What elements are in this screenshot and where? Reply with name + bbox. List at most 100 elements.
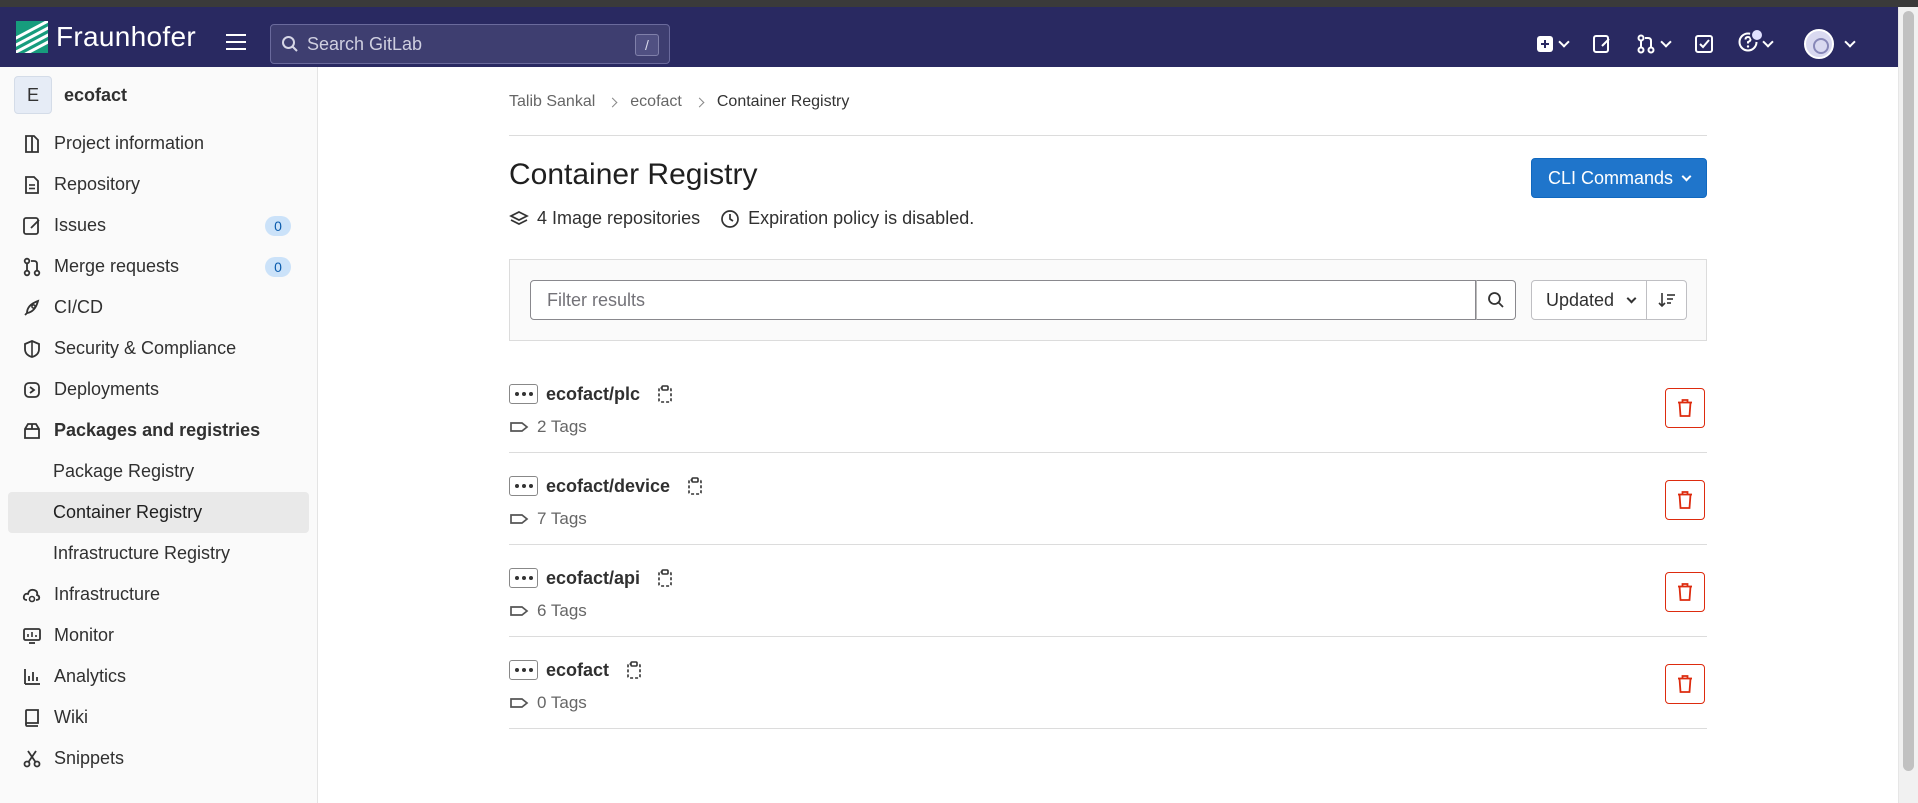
sidebar-item-label: Deployments (54, 379, 160, 399)
search-icon (282, 36, 298, 52)
delete-repository-button[interactable] (1665, 480, 1705, 520)
delete-repository-button[interactable] (1665, 572, 1705, 612)
copy-clipboard-icon[interactable] (652, 565, 678, 591)
layers-icon (509, 210, 529, 225)
delete-repository-button[interactable] (1665, 388, 1705, 428)
sidebar-item-merge-requests[interactable]: Merge requests 0 (0, 246, 317, 287)
trash-icon (1678, 583, 1692, 601)
sidebar-item-project-information[interactable]: Project information (0, 123, 317, 164)
sidebar-subitem-infrastructure-registry[interactable]: Infrastructure Registry (0, 533, 317, 574)
repository-name[interactable]: ecofact/api (546, 568, 640, 589)
sort-dropdown[interactable]: Updated (1531, 280, 1647, 320)
project-sidebar: E ecofact Project information Repository… (0, 67, 318, 803)
copy-clipboard-icon[interactable] (652, 381, 678, 407)
tag-count: 2 Tags (537, 417, 587, 436)
tag-count: 6 Tags (537, 601, 587, 620)
todo-check-icon (1695, 35, 1713, 53)
more-options-ellipsis-icon[interactable] (509, 384, 538, 404)
merge-requests-count-badge: 0 (265, 257, 291, 277)
sidebar-subitem-package-registry[interactable]: Package Registry (0, 451, 317, 492)
repository-tags: 0 Tags (509, 693, 587, 713)
merge-requests-nav-button[interactable] (1632, 26, 1674, 62)
chevron-down-icon (1762, 36, 1774, 48)
sort-descending-icon (1657, 293, 1675, 308)
scissors-icon (22, 749, 42, 769)
sidebar-item-label: Monitor (54, 625, 115, 645)
sidebar-item-monitor[interactable]: Monitor (0, 615, 317, 656)
brand-logo[interactable]: Fraunhofer (16, 21, 196, 53)
breadcrumb: Talib Sankal ecofact Container Registry (509, 87, 1707, 136)
chevron-down-icon (1844, 36, 1856, 48)
trash-icon (1678, 399, 1692, 417)
sidebar-item-security-compliance[interactable]: Security & Compliance (0, 328, 317, 369)
more-options-ellipsis-icon[interactable] (509, 568, 538, 588)
scrollbar-thumb[interactable] (1903, 11, 1914, 771)
cli-commands-button[interactable]: CLI Commands (1530, 158, 1707, 198)
navbar-actions (1532, 14, 1858, 74)
breadcrumb-current[interactable]: Container Registry (717, 93, 850, 111)
sidebar-item-deployments[interactable]: Deployments (0, 369, 317, 410)
clock-icon (721, 209, 739, 228)
repository-name[interactable]: ecofact/plc (546, 384, 640, 405)
chart-icon (22, 667, 42, 687)
project-name: ecofact (64, 84, 128, 105)
search-input[interactable] (307, 33, 627, 55)
copy-clipboard-icon[interactable] (621, 657, 647, 683)
repository-tags: 6 Tags (509, 601, 587, 621)
more-options-ellipsis-icon[interactable] (509, 660, 538, 680)
breadcrumb-project[interactable]: ecofact (630, 93, 682, 111)
window-top-strip (0, 0, 1918, 7)
sidebar-item-label: CI/CD (54, 297, 103, 317)
package-icon (22, 421, 42, 441)
more-options-ellipsis-icon[interactable] (509, 476, 538, 496)
sidebar-item-label: Merge requests (54, 256, 180, 276)
sidebar-item-label: Analytics (54, 666, 127, 686)
tag-icon (510, 514, 529, 524)
breadcrumb-user[interactable]: Talib Sankal (509, 93, 595, 111)
repository-name[interactable]: ecofact (546, 660, 609, 681)
issues-count-badge: 0 (265, 216, 291, 236)
sidebar-item-ci-cd[interactable]: CI/CD (0, 287, 317, 328)
help-dropdown[interactable] (1734, 26, 1776, 62)
issues-icon (22, 216, 42, 236)
fraunhofer-logo-icon (16, 21, 48, 53)
merge-request-icon (22, 257, 42, 277)
list-item: ecofact/device 7 Tags (509, 453, 1707, 545)
filter-search-button[interactable] (1476, 280, 1516, 320)
sidebar-item-packages-registries[interactable]: Packages and registries (0, 410, 317, 451)
image-count-text: 4 Image repositories (537, 208, 701, 228)
copy-clipboard-icon[interactable] (682, 473, 708, 499)
tag-icon (510, 698, 529, 708)
sidebar-item-issues[interactable]: Issues 0 (0, 205, 317, 246)
merge-request-icon (1637, 34, 1655, 54)
monitor-icon (22, 626, 42, 646)
page-header: Container Registry CLI Commands (509, 158, 1707, 198)
sidebar-project-header[interactable]: E ecofact (0, 67, 317, 123)
sidebar-item-label: Issues (54, 215, 107, 235)
repository-name[interactable]: ecofact/device (546, 476, 670, 497)
sidebar-item-repository[interactable]: Repository (0, 164, 317, 205)
sidebar-subitem-container-registry[interactable]: Container Registry (8, 492, 309, 533)
project-avatar: E (14, 76, 52, 114)
page-scrollbar[interactable] (1898, 7, 1918, 803)
list-item: ecofact 0 Tags (509, 637, 1707, 729)
cloud-gear-icon (22, 585, 42, 605)
sidebar-item-snippets[interactable]: Snippets (0, 738, 317, 779)
user-menu-dropdown[interactable] (1800, 26, 1858, 62)
search-bar[interactable]: / (270, 24, 670, 64)
sidebar-item-analytics[interactable]: Analytics (0, 656, 317, 697)
sort-direction-button[interactable] (1647, 280, 1687, 320)
sidebar-item-wiki[interactable]: Wiki (0, 697, 317, 738)
filter-input[interactable] (530, 280, 1476, 320)
chevron-down-icon (1558, 36, 1570, 48)
new-item-dropdown[interactable] (1532, 26, 1572, 62)
delete-repository-button[interactable] (1665, 664, 1705, 704)
search-icon (1488, 292, 1504, 308)
doc-icon (22, 175, 42, 195)
issues-nav-button[interactable] (1588, 26, 1616, 62)
sidebar-item-infrastructure[interactable]: Infrastructure (0, 574, 317, 615)
help-icon (1738, 27, 1764, 57)
tag-icon (510, 606, 529, 616)
todos-nav-button[interactable] (1690, 26, 1718, 62)
menu-icon[interactable] (226, 34, 246, 50)
